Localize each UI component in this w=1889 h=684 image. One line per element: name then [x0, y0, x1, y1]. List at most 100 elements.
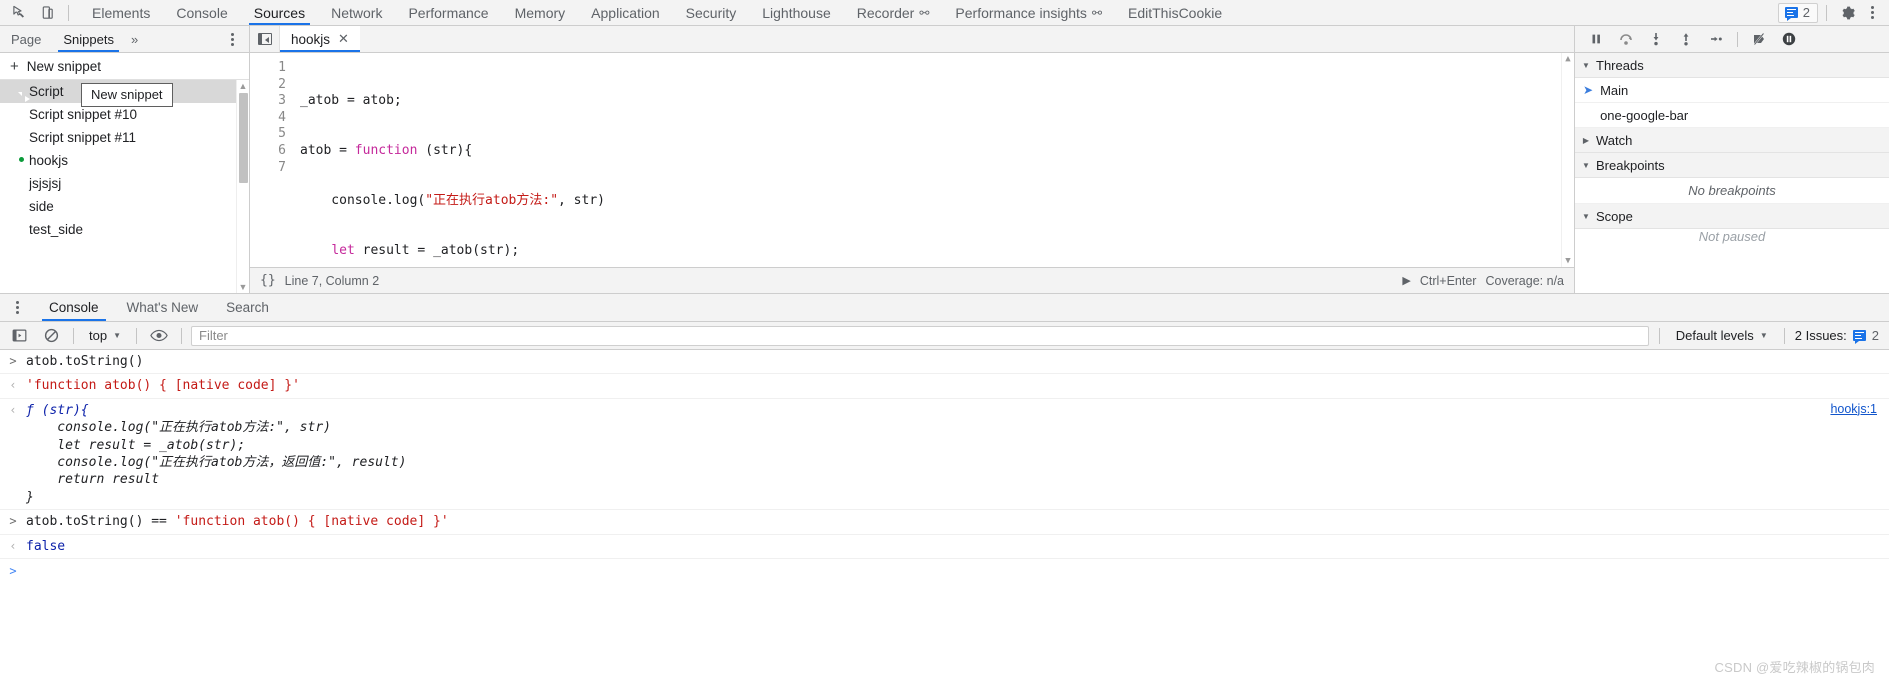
navigator-tabs: Page Snippets » [0, 26, 249, 53]
console-entry-input[interactable]: > atob.toString() [0, 350, 1889, 375]
tab-performance-insights[interactable]: Performance insights ⚯ [942, 0, 1115, 25]
navigator-more-options-icon[interactable] [215, 26, 249, 52]
list-item[interactable]: hookjs [0, 149, 249, 172]
step-icon[interactable] [1703, 28, 1729, 50]
tab-console[interactable]: Console [163, 0, 240, 25]
tab-application[interactable]: Application [578, 0, 673, 25]
pretty-print-icon[interactable]: {} [260, 273, 276, 288]
drawer-more-options-icon[interactable] [0, 294, 35, 321]
editor-tabstrip-filler [359, 26, 1574, 52]
section-watch[interactable]: ▶ Watch [1575, 128, 1889, 153]
navigator-tab-page[interactable]: Page [0, 26, 52, 52]
modified-dot-icon [18, 155, 25, 163]
run-shortcut-label: Ctrl+Enter [1419, 273, 1477, 288]
section-scope[interactable]: ▼ Scope [1575, 204, 1889, 229]
source-link[interactable]: hookjs:1 [1830, 402, 1877, 416]
toolbar-divider [68, 4, 69, 21]
console-sidebar-icon[interactable] [6, 325, 32, 347]
tab-elements[interactable]: Elements [79, 0, 163, 25]
function-body: console.log("正在执行atob方法:", str) let resu… [26, 420, 407, 505]
thread-main[interactable]: ➤ Main [1575, 78, 1889, 103]
scroll-up-arrow-icon[interactable]: ▲ [239, 80, 248, 92]
tab-network[interactable]: Network [318, 0, 395, 25]
thread-one-google-bar[interactable]: ➤ one-google-bar [1575, 103, 1889, 128]
deactivate-breakpoints-icon[interactable] [1746, 28, 1772, 50]
navigator-tab-label: Snippets [63, 31, 114, 47]
console-entry-function-output[interactable]: ‹ ƒ (str){ console.log("正在执行atob方法:", st… [0, 399, 1889, 511]
editor-tab-hookjs[interactable]: hookjs ✕ [280, 26, 360, 52]
list-item[interactable]: test_side [0, 218, 249, 241]
list-item[interactable]: jsjsjsj [0, 172, 249, 195]
console-toolbar-divider [73, 327, 74, 344]
drawer-tab-whats-new[interactable]: What's New [113, 294, 213, 321]
pause-on-exceptions-icon[interactable] [1776, 28, 1802, 50]
list-item[interactable]: Script snippet #11 [0, 126, 249, 149]
scroll-up-arrow-icon[interactable]: ▲ [1565, 53, 1570, 65]
navigator-tab-snippets[interactable]: Snippets [52, 26, 125, 52]
navigator-tabs-spacer [144, 26, 215, 52]
inspect-element-icon[interactable] [6, 1, 32, 25]
console-messages[interactable]: > atob.toString() ‹ 'function atob() { [… [0, 350, 1889, 684]
drawer-tab-search[interactable]: Search [212, 294, 283, 321]
section-threads[interactable]: ▼ Threads [1575, 53, 1889, 78]
console-issues-button[interactable]: 2 Issues: 2 [1795, 328, 1881, 344]
list-item-label: test_side [29, 222, 84, 237]
kebab-dots-icon [8, 301, 26, 314]
console-entry-output[interactable]: ‹ 'function atob() { [native code] }' [0, 374, 1889, 399]
console-prompt[interactable]: > [0, 559, 1889, 584]
thread-label: one-google-bar [1600, 107, 1689, 123]
console-toolbar-divider [1658, 327, 1660, 344]
tab-sources[interactable]: Sources [241, 0, 318, 25]
drawer-tab-console[interactable]: Console [35, 294, 113, 321]
pause-script-execution-icon[interactable] [1583, 28, 1609, 50]
scrollbar-track[interactable] [238, 92, 248, 281]
line-number: 2 [278, 76, 286, 92]
tab-lighthouse[interactable]: Lighthouse [749, 0, 844, 25]
issues-speech-bubble-icon [1784, 7, 1798, 21]
scroll-down-arrow-icon[interactable]: ▼ [239, 281, 248, 293]
step-into-icon[interactable] [1643, 28, 1669, 50]
gear-icon[interactable] [1835, 1, 1861, 25]
prompt-arrow-icon: > [9, 514, 17, 529]
filter-input[interactable]: Filter [191, 325, 1649, 346]
debugger-sections: ▼ Threads ➤ Main ➤ one-google-bar ▶ Watc… [1575, 53, 1889, 293]
console-token: 'function atob() { [native code] }' [174, 514, 449, 530]
more-tabs-chevron-icon[interactable]: » [125, 26, 144, 52]
code-content[interactable]: _atob = atob; atob = function (str){ con… [292, 53, 1574, 267]
device-toolbar-icon[interactable] [34, 1, 60, 25]
tab-security[interactable]: Security [673, 0, 750, 25]
console-entry-output[interactable]: ‹ false [0, 535, 1889, 560]
tab-label: Performance insights [955, 4, 1087, 21]
log-levels-selector[interactable]: Default levels ▼ [1670, 328, 1774, 343]
result-arrow-icon: ‹ [9, 538, 17, 553]
navigator-scrollbar[interactable]: ▲ ▼ [236, 80, 249, 293]
execution-context-selector[interactable]: top ▼ [83, 328, 127, 343]
tab-memory[interactable]: Memory [502, 0, 579, 25]
live-expression-eye-icon[interactable] [146, 325, 172, 347]
scrollbar-thumb[interactable] [238, 93, 248, 183]
console-entry-input[interactable]: > atob.toString() == 'function atob() { … [0, 510, 1889, 535]
step-out-icon[interactable] [1673, 28, 1699, 50]
section-breakpoints[interactable]: ▼ Breakpoints [1575, 153, 1889, 178]
code-token: console.log( [300, 192, 426, 208]
tab-recorder[interactable]: Recorder ⚯ [844, 0, 943, 25]
tab-editthiscookie[interactable]: EditThisCookie [1115, 0, 1235, 25]
show-navigator-button[interactable] [250, 26, 280, 52]
step-over-icon[interactable] [1613, 28, 1639, 50]
tab-performance[interactable]: Performance [395, 0, 501, 25]
new-snippet-label: New snippet [26, 58, 102, 74]
code-editor[interactable]: 1 2 3 4 5 6 7 _atob = atob; atob = funct… [250, 53, 1574, 267]
new-snippet-button[interactable]: + New snippet [0, 53, 249, 80]
list-item[interactable]: side [0, 195, 249, 218]
code-token: function [354, 142, 418, 158]
close-icon[interactable]: ✕ [338, 31, 349, 47]
function-signature: ƒ (str){ [26, 402, 89, 418]
console-entry-text: 'function atob() { [native code] }' [26, 378, 300, 394]
run-snippet-icon[interactable]: ▶ [1402, 274, 1410, 287]
editor-scrollbar[interactable]: ▲ ▼ [1561, 53, 1574, 267]
code-token: , str) [558, 192, 605, 208]
clear-console-icon[interactable] [38, 325, 64, 347]
scroll-down-arrow-icon[interactable]: ▼ [1565, 255, 1570, 267]
more-options-icon[interactable] [1863, 6, 1881, 19]
issues-counter-button[interactable]: 2 [1777, 2, 1818, 23]
